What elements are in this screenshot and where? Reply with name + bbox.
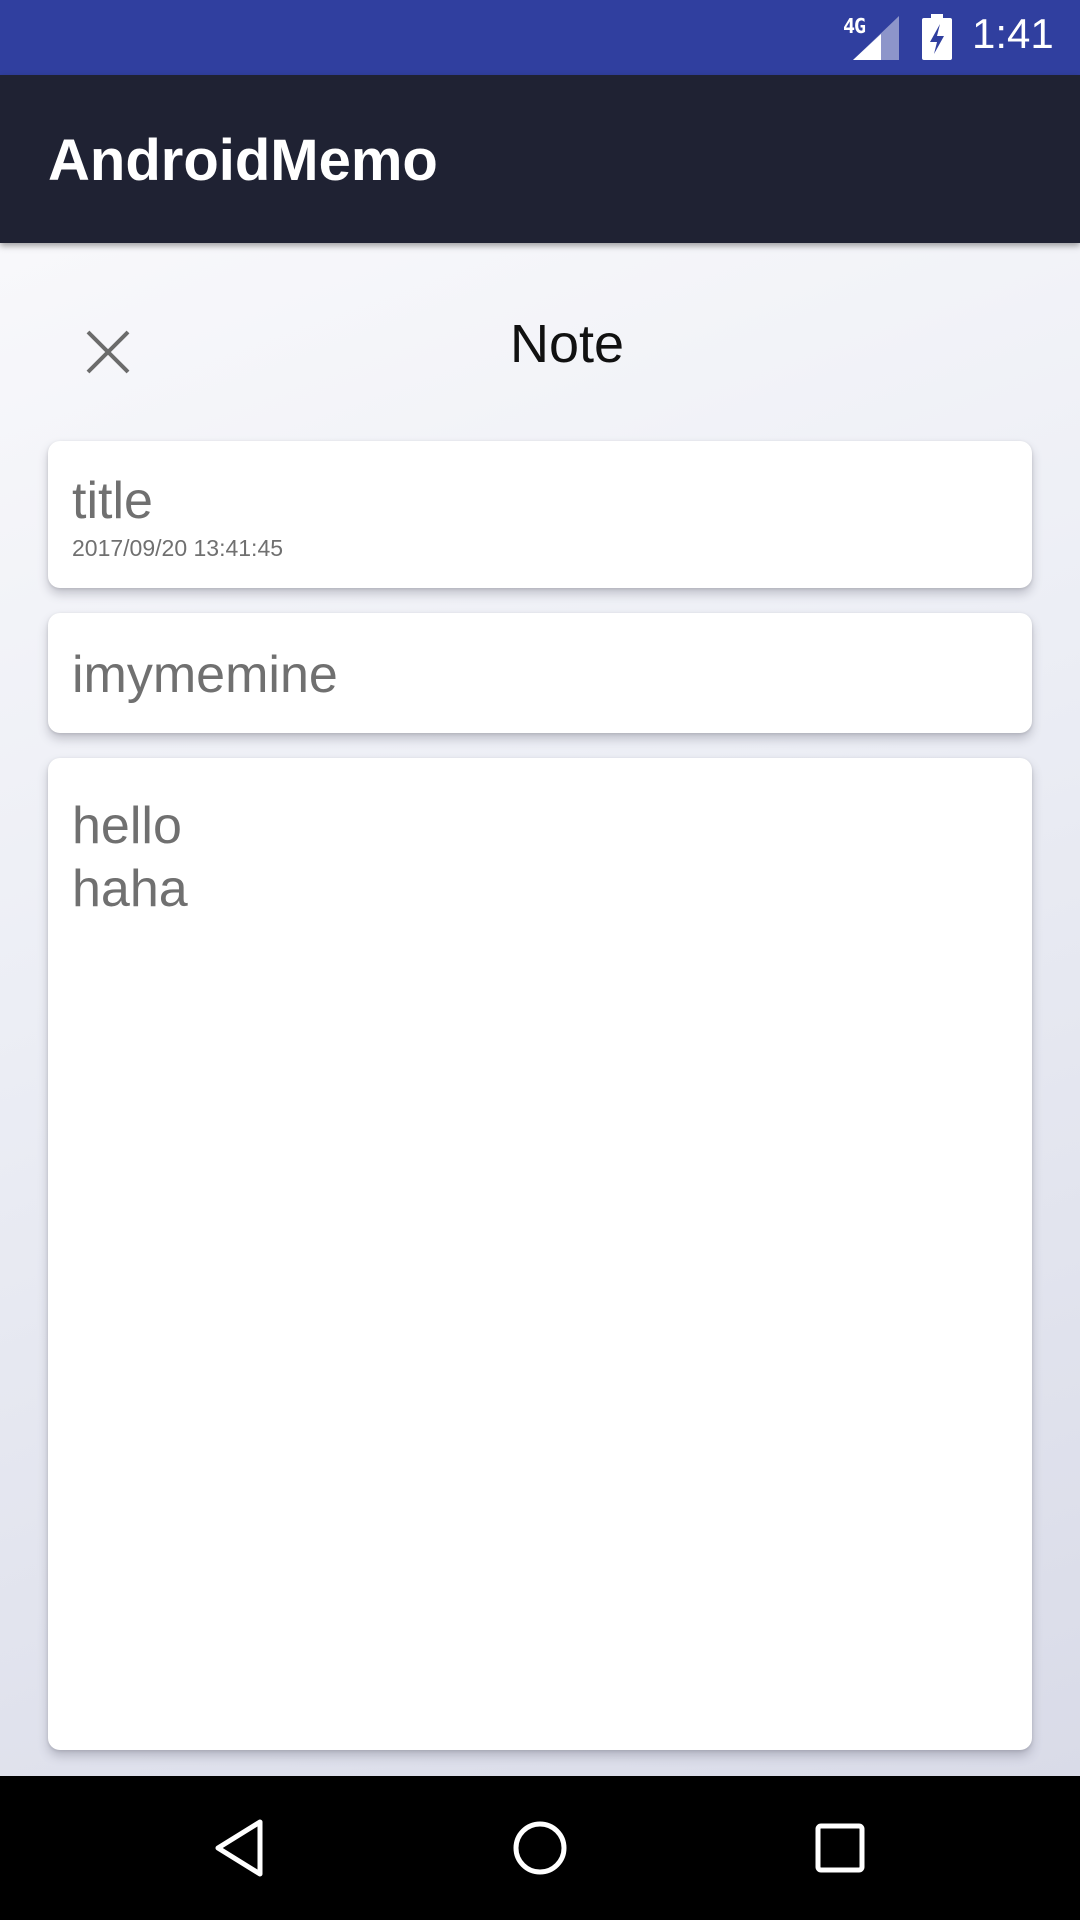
status-clock: 1:41 [972, 10, 1054, 57]
note-dialog: Note title 2017/09/20 13:41:45 imymemine… [0, 243, 1080, 1776]
recents-square-icon[interactable] [804, 1812, 876, 1884]
back-triangle-icon[interactable] [204, 1812, 276, 1884]
body-line: hello [72, 797, 182, 855]
battery-charging-icon [922, 14, 952, 60]
home-circle-icon[interactable] [504, 1812, 576, 1884]
note-date: 2017/09/20 13:41:45 [72, 535, 284, 561]
app-title: AndroidMemo [48, 128, 438, 193]
title-field[interactable]: title 2017/09/20 13:41:45 [48, 441, 1032, 588]
app-bar: AndroidMemo [0, 75, 1080, 243]
author-field[interactable]: imymemine [48, 613, 1032, 733]
cell-signal-icon [853, 16, 899, 60]
navigation-bar [0, 1776, 1080, 1920]
status-bar: 4G 1:41 [0, 0, 1080, 75]
body-line: haha [72, 860, 188, 918]
phone-screen: 4G 1:41 AndroidMemo Note title 2017/09/2… [0, 0, 1080, 1920]
body-field[interactable]: hello haha [48, 758, 1032, 1750]
author-input[interactable]: imymemine [72, 645, 338, 705]
title-input[interactable]: title [72, 471, 153, 531]
dialog-title: Note [509, 314, 625, 374]
